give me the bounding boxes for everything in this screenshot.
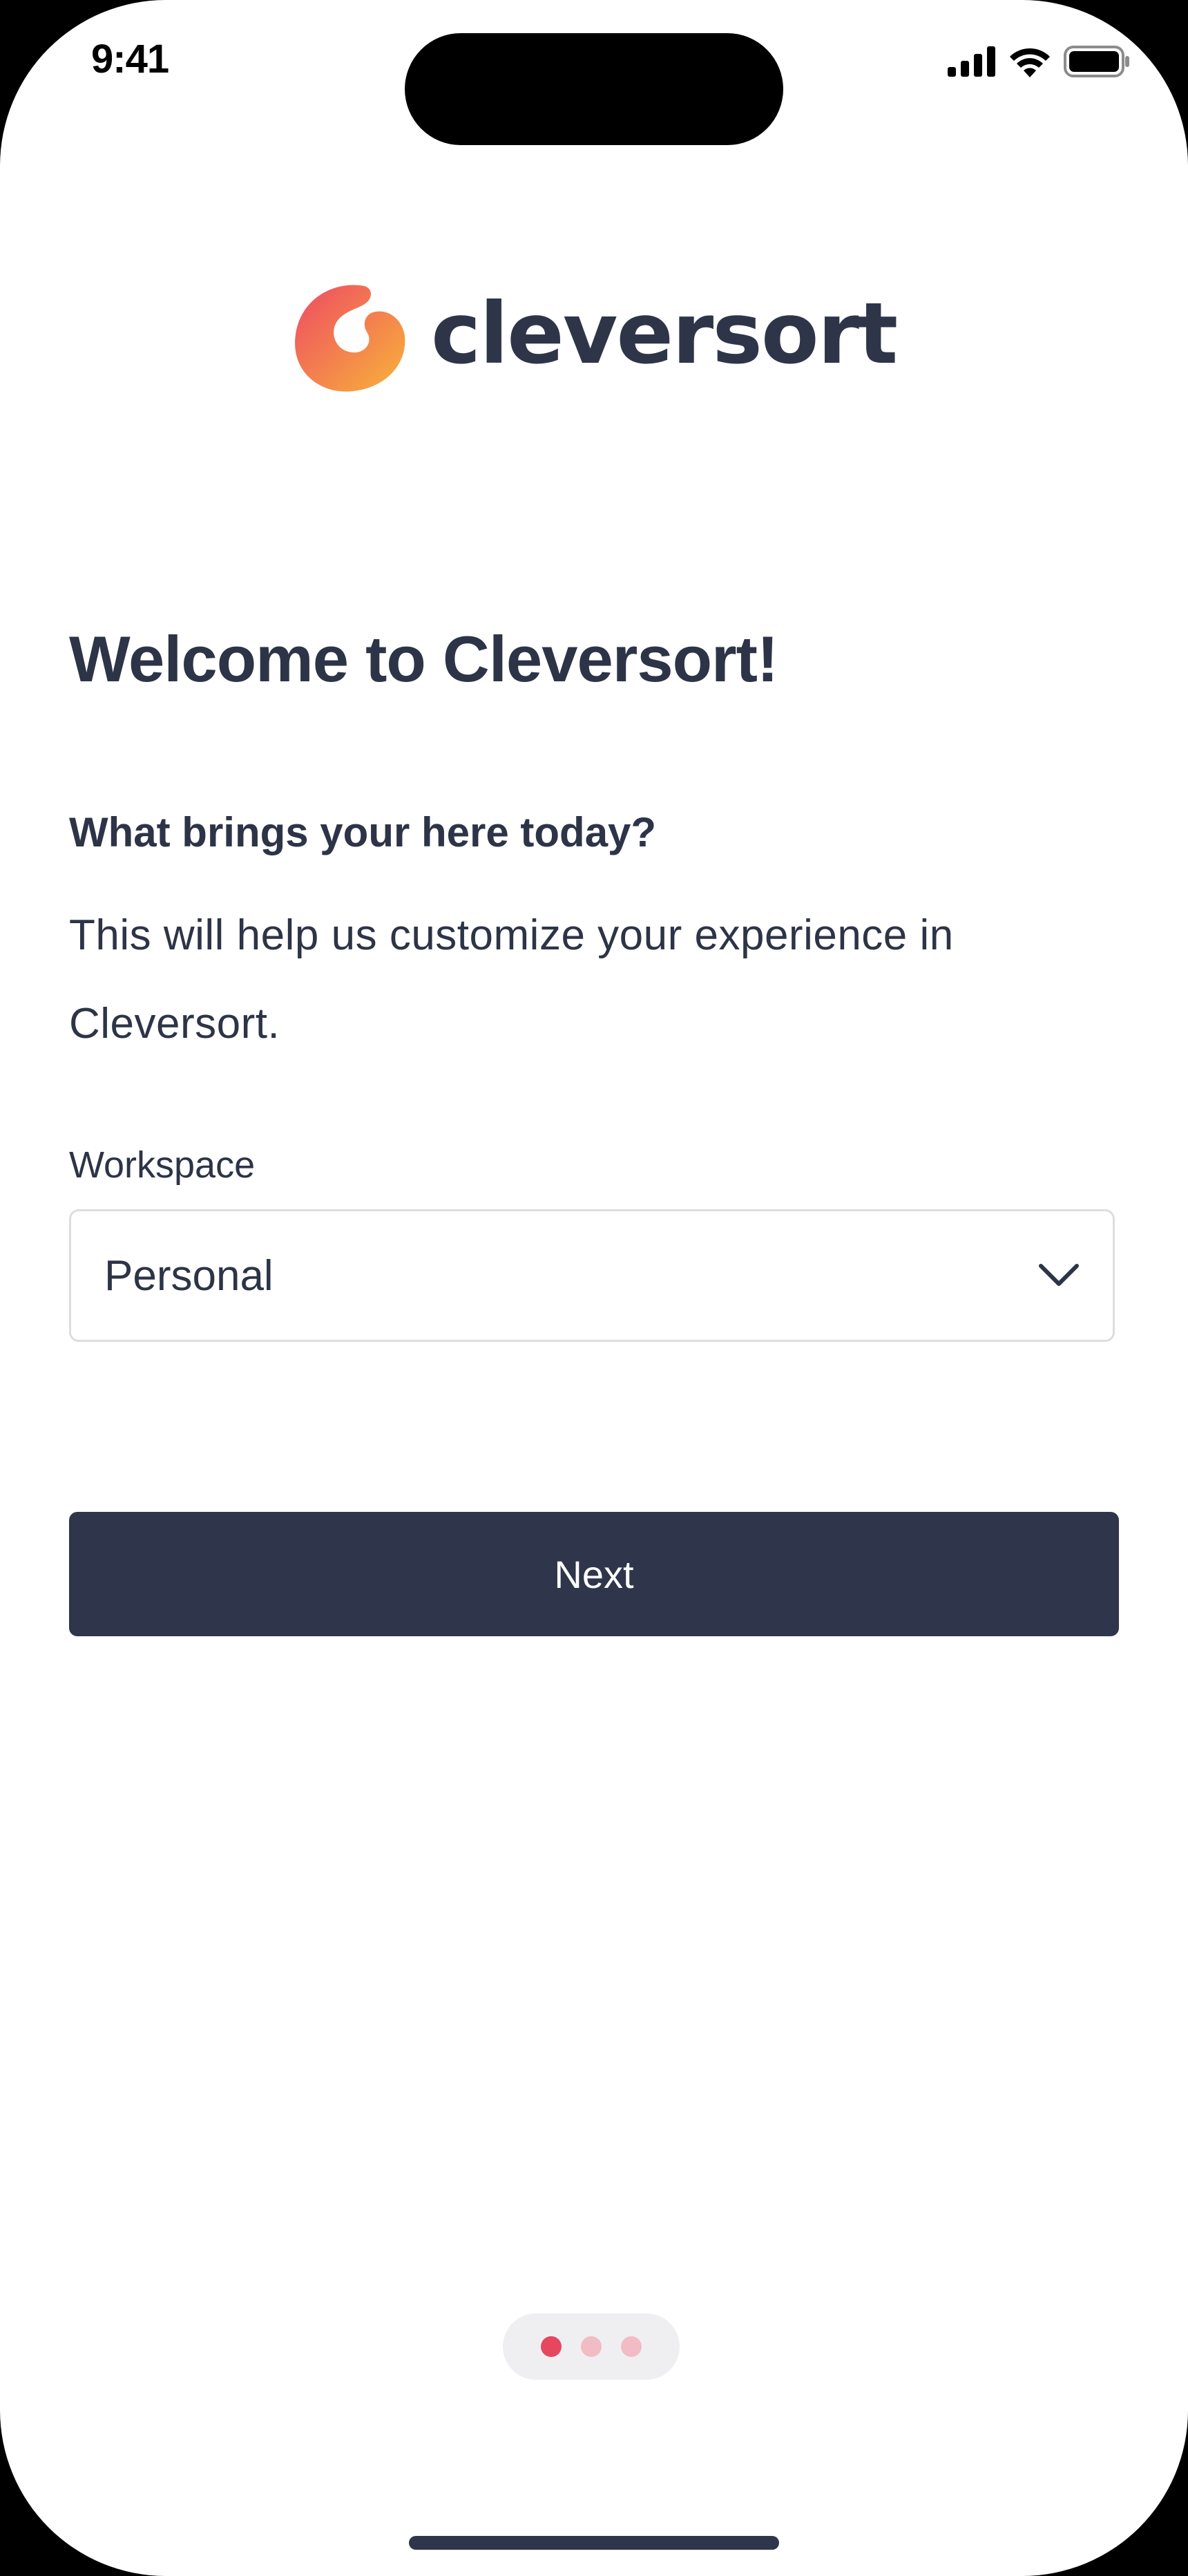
chevron-down-icon — [1039, 1264, 1079, 1286]
page-indicator — [503, 2313, 680, 2380]
page-dot[interactable] — [621, 2336, 642, 2357]
page-title: Welcome to Cleversort! — [69, 623, 778, 695]
next-button[interactable]: Next — [69, 1512, 1119, 1636]
logo-wordmark: cleversort — [431, 285, 898, 383]
page-dot-active[interactable] — [541, 2336, 562, 2357]
question-heading: What brings your here today? — [69, 809, 657, 855]
help-text: This will help us customize your experie… — [69, 911, 954, 1048]
cellular-signal-icon — [948, 46, 995, 77]
workspace-select-value: Personal — [104, 1251, 274, 1300]
battery-icon — [1064, 46, 1129, 77]
workspace-select[interactable]: Personal — [69, 1209, 1115, 1342]
app-screen: 9:41 cleversort Welcome to Cleversort! W… — [0, 0, 1188, 2576]
page-dot[interactable] — [581, 2336, 602, 2357]
workspace-label: Workspace — [69, 1144, 256, 1186]
home-indicator[interactable] — [409, 2536, 779, 2550]
wifi-icon — [1010, 48, 1050, 77]
cleversort-logo: cleversort — [293, 282, 898, 395]
status-icons — [948, 44, 1130, 79]
status-time: 9:41 — [91, 37, 169, 82]
dynamic-island — [405, 33, 783, 145]
cleversort-logo-icon — [295, 285, 405, 392]
